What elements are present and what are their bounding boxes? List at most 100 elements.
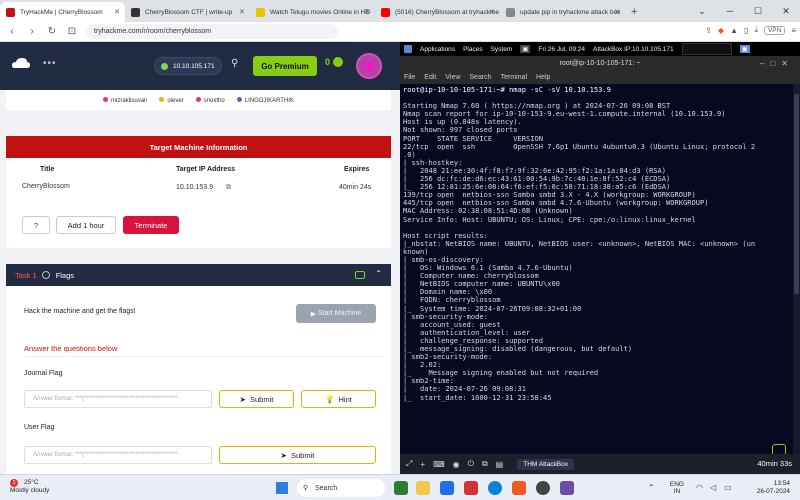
meet-icon[interactable] [394,481,408,495]
hint-button[interactable]: 💡 Hint [301,390,376,408]
search-icon[interactable]: ⚲ [231,58,238,69]
user-flag-label: User Flag [24,424,55,431]
language-indicator[interactable]: ENG IN [670,481,684,495]
tab-writeup[interactable]: CherryBlossom CTF | write-up ✕ [125,2,250,22]
windows-start-icon[interactable] [276,482,288,494]
clock-time: 13:54 [773,480,790,487]
places-menu[interactable]: Places [463,46,483,53]
close-icon[interactable]: ✕ [239,8,245,16]
hint-label: Hint [338,394,352,404]
reload-icon[interactable]: ↻ [44,26,60,37]
tab-favicon [506,7,515,17]
volume-icon[interactable]: ◁ [710,483,716,492]
screen-icon[interactable]: ▣ [739,45,750,53]
edge-icon[interactable] [488,481,502,495]
tab-tryhackme[interactable]: TryHackMe | CherryBlossom ✕ [0,2,125,22]
journal-flag-input[interactable]: Answer format: ***{*********************… [24,390,212,408]
help-button[interactable]: ? [22,216,50,234]
clock[interactable]: 13:54 26-07-2024 [757,480,790,496]
menu-file[interactable]: File [404,74,415,81]
sidebar-icon[interactable]: ▯ [744,26,748,35]
app-icon[interactable] [464,481,478,495]
menu-edit[interactable]: Edit [424,74,436,81]
file-explorer-icon[interactable] [416,481,430,495]
close-icon[interactable]: ✕ [114,8,120,16]
close-icon[interactable]: ✕ [772,6,800,17]
terminal-output[interactable]: root@ip-10-10-105-171:~# nmap -sC -sV 10… [400,84,800,454]
more-icon[interactable]: ••• [43,58,57,69]
terminal-title: root@ip-10-10-105-171: ~ [559,60,641,67]
attackbox-panel: Applications Places System ▣ Fri 26 Jul,… [400,42,800,474]
user-flag-input[interactable]: Answer format: ***{*********************… [24,446,212,464]
back-icon[interactable]: ‹ [4,26,20,37]
menu-terminal[interactable]: Terminal [501,74,527,81]
terminal-scrollbar[interactable] [793,84,800,454]
redacted-area [681,43,732,55]
share-icon[interactable]: ⇪ [705,26,712,35]
new-tab-icon[interactable]: + [625,2,643,22]
add-hour-button[interactable]: Add 1 hour [56,216,116,234]
tab-telugu[interactable]: Watch Telugu movies Online in HD ✕ [250,2,375,22]
streak-counter[interactable]: 0 [325,57,344,67]
tab-title: update pip in tryhackme attack box [520,8,621,16]
thm-attackbox-tab[interactable]: THM AttackBox [517,458,575,470]
menu-icon[interactable]: ≡ [791,26,796,35]
store-icon[interactable] [440,481,454,495]
taskbar-search[interactable]: ⚲ Search [297,479,385,497]
user-submit-button[interactable]: ➤ Submit [219,446,376,464]
terminal-window-controls[interactable]: ‒□✕ [760,59,794,68]
keyboard-icon[interactable]: ⌨ [433,460,445,469]
applications-menu[interactable]: Applications [420,46,455,53]
close-icon[interactable]: ✕ [489,8,495,16]
close-icon[interactable]: ✕ [364,8,370,16]
url-field[interactable]: tryhackme.com/r/room/cherryblossom [86,24,338,39]
forward-icon[interactable]: › [24,26,40,37]
rewards-icon[interactable]: ▲ [730,26,738,35]
user-chip: mizraklisuvan [103,96,147,104]
copy-icon[interactable]: ⧉ [226,184,231,192]
menu-search[interactable]: Search [469,74,491,81]
thm-logo-icon[interactable] [12,58,30,70]
minimize-icon[interactable]: ─ [716,6,744,16]
brave-shield-icon[interactable]: ◆ [718,26,724,35]
app2-icon[interactable] [560,481,574,495]
eye-icon[interactable]: ◉ [453,460,460,469]
maximize-icon[interactable]: ☐ [744,6,772,17]
machine-expires: 40min 24s [339,184,372,191]
menu-view[interactable]: View [445,74,460,81]
wifi-icon[interactable]: ◠ [696,483,703,492]
task-toggle-icon[interactable] [355,271,365,279]
ip-text: 10.10.105.171 [173,62,215,70]
close-icon[interactable]: ✕ [614,8,620,16]
start-machine-button[interactable]: ▶ Start Machine [296,304,376,323]
bookmark-icon[interactable]: ⊡ [64,26,80,37]
journal-submit-button[interactable]: ➤ Submit [219,390,294,408]
weather-widget[interactable]: 1 25°C Mostly cloudy [10,479,49,495]
terminate-button[interactable]: Terminate [123,216,179,234]
chevron-up-icon[interactable]: ⌃ [648,483,655,492]
avatar[interactable] [356,53,382,79]
tryhackme-page: ••• 10.10.105.171 ⚲ Go Premium 0 mizrakl… [0,42,400,474]
expand-icon[interactable]: ⤢ [406,459,412,469]
target-machine-header: Target Machine Information [6,136,391,158]
tab-pip[interactable]: update pip in tryhackme attack box ✕ [500,2,625,22]
brave-icon[interactable] [512,481,526,495]
terminal-launcher-icon[interactable]: ▣ [520,45,531,53]
chevron-up-icon[interactable]: ⌃ [375,269,382,278]
tab-youtube[interactable]: (5016) CherryBlossom at tryhackme ✕ [375,2,500,22]
battery-icon[interactable]: ▭ [724,483,732,492]
add-icon[interactable]: + [420,460,425,469]
clock-text: Fri 26 Jul, 09:24 [538,45,586,53]
copy-icon[interactable]: ⧉ [482,459,488,469]
download-icon[interactable]: ⤓ [754,25,758,35]
chrome-icon[interactable] [536,481,550,495]
attackbox-ip-pill[interactable]: 10.10.105.171 [154,57,222,75]
clipboard-icon[interactable]: ▤ [496,460,504,469]
vpn-button[interactable]: VPN [763,25,786,35]
go-premium-button[interactable]: Go Premium [253,56,317,76]
menu-help[interactable]: Help [536,74,550,81]
chevron-down-icon[interactable]: ⌄ [688,6,716,17]
system-menu[interactable]: System [491,46,513,53]
power-icon[interactable]: ⏻ [468,459,474,469]
task-header[interactable]: Task 1 Flags ⌃ [6,264,391,286]
